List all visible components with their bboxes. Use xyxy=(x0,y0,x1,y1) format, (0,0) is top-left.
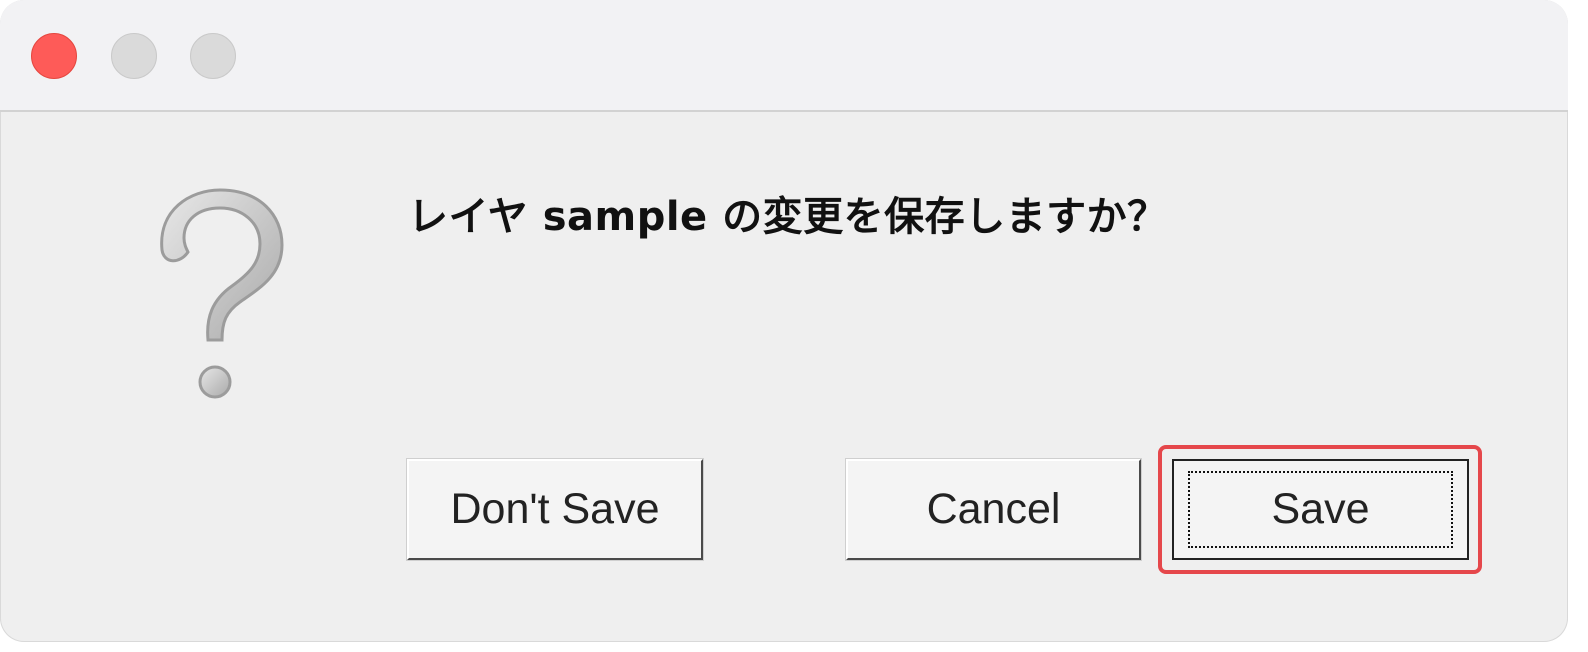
save-button[interactable]: Save xyxy=(1172,459,1469,560)
zoom-window-button[interactable] xyxy=(190,33,236,79)
dont-save-label: Don't Save xyxy=(450,485,660,533)
cancel-button[interactable]: Cancel xyxy=(846,459,1141,560)
save-changes-dialog: レイヤ sample の変更を保存しますか？ Don't Save Cancel… xyxy=(0,0,1568,642)
dont-save-button[interactable]: Don't Save xyxy=(407,459,703,560)
cancel-label: Cancel xyxy=(926,485,1061,533)
minimize-window-button[interactable] xyxy=(111,33,157,79)
dialog-message: レイヤ sample の変更を保存しますか？ xyxy=(408,194,1168,240)
question-mark-icon xyxy=(160,188,284,399)
close-window-button[interactable] xyxy=(31,33,77,79)
save-label: Save xyxy=(1271,485,1370,533)
title-bar xyxy=(0,0,1568,112)
